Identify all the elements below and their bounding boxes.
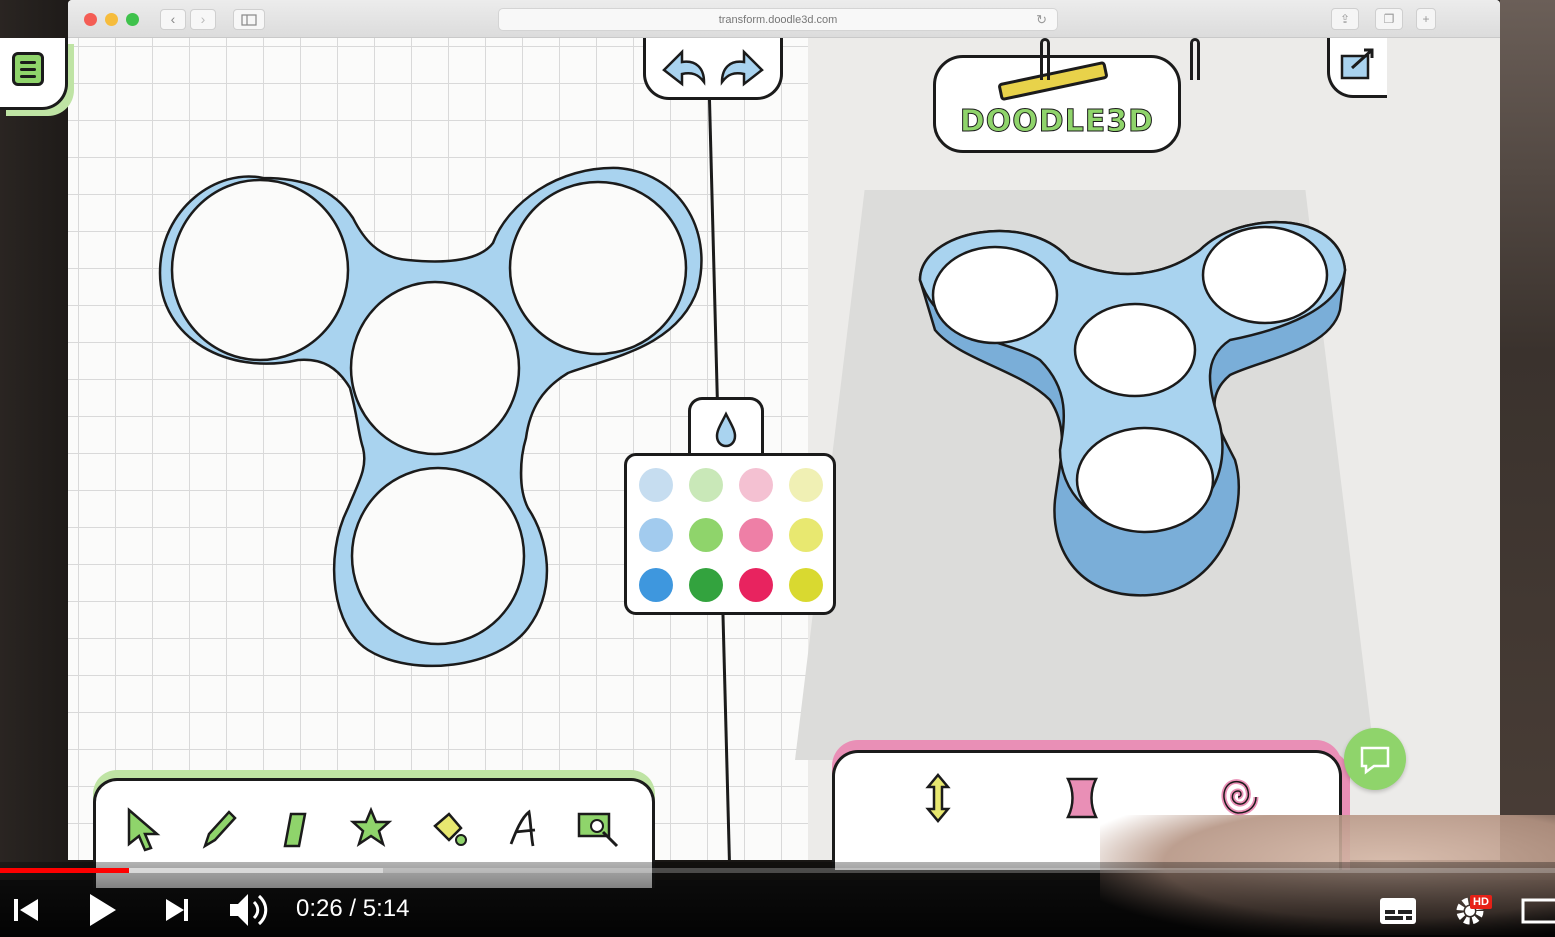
progress-bar[interactable] — [0, 868, 1555, 873]
time-display: 0:26 / 5:14 — [296, 895, 409, 923]
height-tool-button[interactable] — [913, 771, 963, 825]
plus-icon: + — [1422, 12, 1430, 26]
color-swatch[interactable] — [689, 518, 723, 552]
export-icon — [1340, 48, 1374, 80]
color-palette — [624, 453, 836, 615]
hd-badge: HD — [1470, 895, 1492, 909]
redo-icon — [720, 48, 764, 87]
select-tool-button[interactable] — [118, 801, 168, 855]
color-swatch[interactable] — [639, 468, 673, 502]
color-swatch[interactable] — [789, 518, 823, 552]
eraser-icon — [283, 812, 307, 848]
spinner-3d-model — [918, 220, 1347, 597]
hole-center-3d — [1073, 302, 1197, 398]
chevron-left-icon: ‹ — [170, 11, 176, 27]
color-picker-tab[interactable] — [688, 397, 764, 457]
undo-redo-group — [643, 38, 783, 100]
progress-played — [0, 868, 130, 873]
share-icon: ⇪ — [1339, 12, 1351, 26]
sign-hook-right — [1190, 38, 1200, 80]
undo-icon — [662, 48, 706, 87]
show-tabs-button[interactable]: ❐ — [1375, 8, 1403, 30]
volume-icon[interactable] — [228, 890, 270, 930]
color-swatch[interactable] — [639, 518, 673, 552]
doodle3d-logo: DOODLE3D — [933, 55, 1181, 153]
select-arrow-icon — [127, 807, 161, 852]
color-swatch[interactable] — [639, 568, 673, 602]
hole-bottom-2d — [350, 466, 526, 646]
browser-toolbar: ‹ › transform.doodle3d.com ↻ ⇪ ❐ + — [68, 0, 1500, 38]
video-frame: ‹ › transform.doodle3d.com ↻ ⇪ ❐ + DOODL… — [0, 0, 1555, 937]
window-close-button[interactable] — [84, 13, 97, 26]
sidebar-toggle-button[interactable] — [233, 9, 265, 30]
color-swatch[interactable] — [739, 468, 773, 502]
sign-hook-left — [1040, 38, 1050, 80]
hole-top-right-2d — [508, 180, 688, 356]
eraser-tool-button[interactable] — [268, 801, 318, 855]
water-drop-icon — [715, 411, 737, 448]
main-menu-button[interactable] — [0, 38, 68, 110]
theater-mode-icon[interactable] — [1520, 896, 1555, 926]
new-tab-button[interactable]: + — [1416, 8, 1436, 30]
time-separator: / — [349, 895, 357, 922]
play-icon[interactable] — [86, 892, 120, 928]
chevron-right-icon: › — [200, 11, 206, 27]
hole-right-3d — [1201, 225, 1329, 325]
reload-icon[interactable]: ↻ — [1036, 12, 1047, 28]
address-bar[interactable]: transform.doodle3d.com ↻ — [498, 8, 1058, 31]
share-button[interactable]: ⇪ — [1331, 8, 1359, 30]
pencil-icon — [202, 810, 237, 849]
fill-tool-button[interactable] — [422, 801, 472, 855]
next-video-icon[interactable] — [162, 895, 192, 925]
chat-button[interactable] — [1344, 728, 1406, 790]
hamburger-menu-icon — [12, 52, 44, 86]
star-icon — [349, 806, 393, 847]
color-swatch[interactable] — [789, 468, 823, 502]
hole-top-left-2d — [170, 178, 350, 362]
draw-tool-button[interactable] — [192, 801, 242, 855]
browser-back-button[interactable]: ‹ — [160, 9, 186, 30]
subtitles-icon[interactable] — [1378, 896, 1418, 926]
color-swatch[interactable] — [739, 568, 773, 602]
pencil-logo-icon — [997, 60, 1109, 102]
height-arrows-icon — [925, 773, 951, 823]
hole-center-2d — [349, 280, 521, 456]
duration: 5:14 — [362, 895, 410, 922]
sidebar-icon — [241, 14, 257, 26]
hole-bottom-3d — [1075, 426, 1215, 534]
chat-bubble-icon — [1360, 746, 1390, 775]
shape-tool-button[interactable] — [346, 801, 396, 855]
photo-trace-icon — [577, 812, 619, 848]
twist-barrel-icon — [1065, 777, 1099, 819]
text-icon — [509, 809, 536, 847]
color-swatch[interactable] — [689, 568, 723, 602]
previous-video-icon[interactable] — [12, 895, 42, 925]
logo-text: DOODLE3D — [959, 104, 1155, 140]
browser-forward-button[interactable]: › — [190, 9, 216, 30]
undo-redo-icons — [662, 48, 764, 87]
window-minimize-button[interactable] — [105, 13, 118, 26]
photo-trace-button[interactable] — [574, 801, 624, 855]
export-button[interactable] — [1327, 38, 1387, 98]
color-swatch[interactable] — [739, 518, 773, 552]
url-text: transform.doodle3d.com — [718, 14, 838, 26]
text-tool-button[interactable] — [498, 801, 548, 855]
color-swatch[interactable] — [689, 468, 723, 502]
window-maximize-button[interactable] — [126, 13, 139, 26]
fill-bucket-icon — [433, 812, 467, 846]
color-swatch[interactable] — [789, 568, 823, 602]
tabs-icon: ❐ — [1383, 12, 1395, 26]
background-wall — [1500, 0, 1555, 880]
hole-left-3d — [931, 245, 1059, 345]
current-time: 0:26 — [296, 895, 343, 922]
